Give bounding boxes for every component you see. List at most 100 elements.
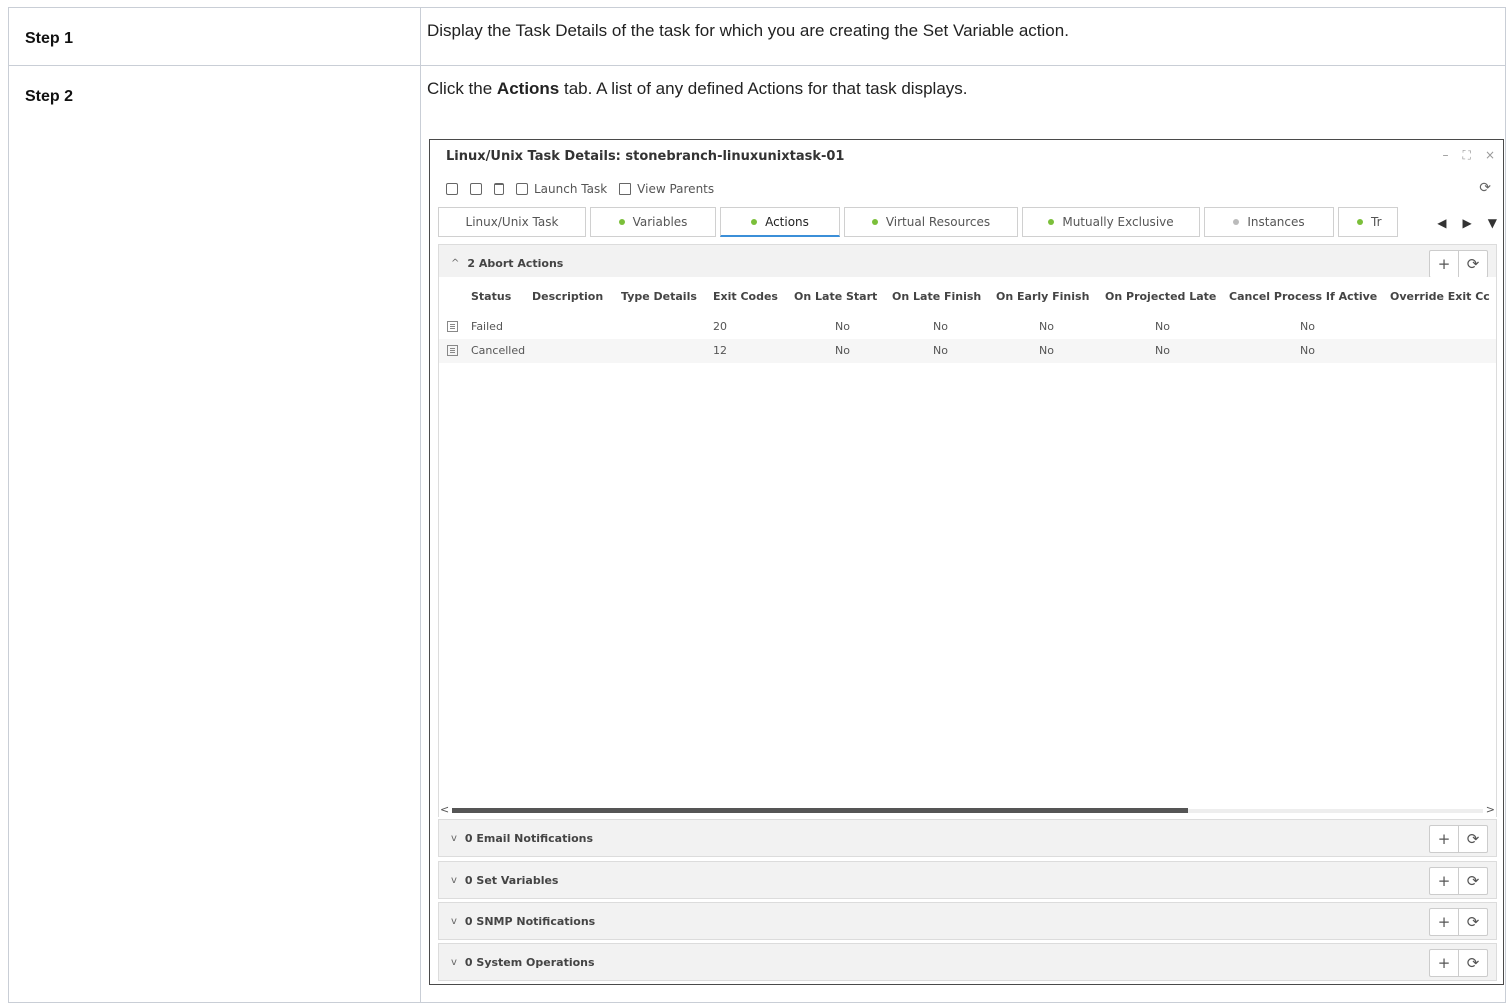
step-label: Step 1 [8,6,421,67]
refresh-button[interactable]: ⟳ [1458,826,1487,852]
tab-label: Instances [1247,215,1305,229]
step-text: Display the Task Details of the task for… [427,21,1069,40]
chevron-up-icon[interactable]: ^ [451,258,459,269]
tab-triggers[interactable]: Tr [1338,207,1398,237]
section-buttons: + ⟳ [1429,825,1488,853]
window-title-bar: Linux/Unix Task Details: stonebranch-lin… [430,140,1503,172]
delete-icon[interactable] [494,183,504,195]
tab-label: Actions [765,214,809,229]
tab-label: Linux/Unix Task [465,215,559,229]
tab-label: Variables [632,215,688,229]
column-header[interactable]: Exit Codes [713,290,778,303]
refresh-button[interactable]: ⟳ [1458,868,1487,894]
table-row[interactable]: Cancelled 12 No No No No No [439,339,1496,363]
snmp-notifications-header[interactable]: v 0 SNMP Notifications + ⟳ [438,902,1497,940]
column-header[interactable]: Override Exit Cc [1390,290,1490,303]
section-buttons: + ⟳ [1429,949,1488,977]
cell-late-finish: No [933,320,948,333]
tab-scroll-right-icon[interactable]: ▶ [1463,216,1472,230]
cell-projected-late: No [1155,320,1170,333]
status-dot-icon [1233,219,1240,225]
row-details-icon[interactable] [447,321,458,332]
add-button[interactable]: + [1430,868,1458,894]
add-button[interactable]: + [1430,950,1458,976]
tab-label: Mutually Exclusive [1062,215,1174,229]
tab-menu-icon[interactable]: ▼ [1488,216,1497,230]
section-buttons: + ⟳ [1429,867,1488,895]
email-notifications-header[interactable]: v 0 Email Notifications + ⟳ [438,819,1497,857]
view-parents-button[interactable]: View Parents [619,182,714,196]
copy-icon[interactable] [470,183,482,195]
column-header[interactable]: On Projected Late [1105,290,1216,303]
section-title: 0 Set Variables [464,873,559,887]
text-part: Click the [427,79,497,99]
column-header[interactable]: Cancel Process If Active [1229,290,1377,303]
add-button[interactable]: + [1430,251,1458,277]
column-header[interactable]: Status [471,290,511,303]
system-operations-header[interactable]: v 0 System Operations + ⟳ [438,943,1497,981]
row-details-icon[interactable] [447,345,458,356]
tab-virtual-resources[interactable]: Virtual Resources [844,207,1018,237]
scroll-right-icon[interactable]: > [1486,803,1495,816]
refresh-button[interactable]: ⟳ [1458,950,1487,976]
scroll-left-icon[interactable]: < [440,803,449,816]
tab-actions[interactable]: Actions [720,207,840,237]
scroll-thumb[interactable] [452,808,1188,813]
text-part: tab. A list of any defined Actions for t… [559,79,968,99]
set-variables-header[interactable]: v 0 Set Variables + ⟳ [438,861,1497,899]
refresh-icon[interactable]: ⟳ [1479,180,1491,196]
step-label: Step 2 [8,65,421,1003]
chevron-down-icon[interactable]: v [451,875,457,886]
status-dot-icon [751,218,758,225]
chevron-down-icon[interactable]: v [451,916,457,927]
add-button[interactable]: + [1430,826,1458,852]
chevron-down-icon[interactable]: v [451,833,457,844]
column-header[interactable]: On Late Finish [892,290,981,303]
status-dot-icon [871,219,878,225]
tab-mutually-exclusive[interactable]: Mutually Exclusive [1022,207,1200,237]
column-header[interactable]: Type Details [621,290,697,303]
view-parents-icon [619,183,632,195]
tab-variables[interactable]: Variables [590,207,716,237]
chevron-down-icon[interactable]: v [451,957,457,968]
cell-late-start: No [835,344,850,357]
cell-projected-late: No [1155,344,1170,357]
cell-late-finish: No [933,344,948,357]
table-row[interactable]: Failed 20 No No No No No [439,315,1496,339]
abort-actions-grid: Status Description Type Details Exit Cod… [438,277,1497,817]
view-parents-label: View Parents [637,182,715,196]
tab-navigation: ◀ ▶ ▼ [1437,216,1497,230]
step-row-1: Step 1 Display the Task Details of the t… [8,6,1506,67]
step-description: Display the Task Details of the task for… [420,6,1506,67]
cell-early-finish: No [1039,320,1054,333]
tab-scroll-left-icon[interactable]: ◀ [1437,216,1446,230]
close-icon[interactable]: × [1485,148,1495,163]
column-header[interactable]: Description [532,290,603,303]
save-icon[interactable] [446,183,458,195]
grid-header: Status Description Type Details Exit Cod… [439,277,1496,315]
cell-cancel-process: No [1300,344,1315,357]
cell-exit-codes: 12 [713,344,727,357]
refresh-button[interactable]: ⟳ [1458,251,1487,277]
column-header[interactable]: On Early Finish [996,290,1089,303]
tab-label: Virtual Resources [885,215,991,229]
status-dot-icon [618,219,625,225]
section-title: 0 Email Notifications [464,831,594,845]
cell-exit-codes: 20 [713,320,727,333]
launch-task-button[interactable]: Launch Task [516,182,607,196]
column-header[interactable]: On Late Start [794,290,877,303]
cell-status: Failed [471,320,503,333]
horizontal-scrollbar[interactable]: < > [438,803,1497,817]
tab-linux-unix-task[interactable]: Linux/Unix Task [438,207,586,237]
maximize-icon[interactable]: ⛶ [1463,148,1471,163]
refresh-button[interactable]: ⟳ [1458,909,1487,935]
minimize-icon[interactable]: – [1443,148,1449,163]
status-dot-icon [1357,219,1363,225]
tab-instances[interactable]: Instances [1204,207,1334,237]
section-title: 2 Abort Actions [467,256,564,270]
tab-label: Tr [1371,215,1382,229]
cell-status: Cancelled [471,344,526,357]
status-dot-icon [1048,219,1055,225]
toolbar: Launch Task View Parents [430,178,1503,200]
add-button[interactable]: + [1430,909,1458,935]
